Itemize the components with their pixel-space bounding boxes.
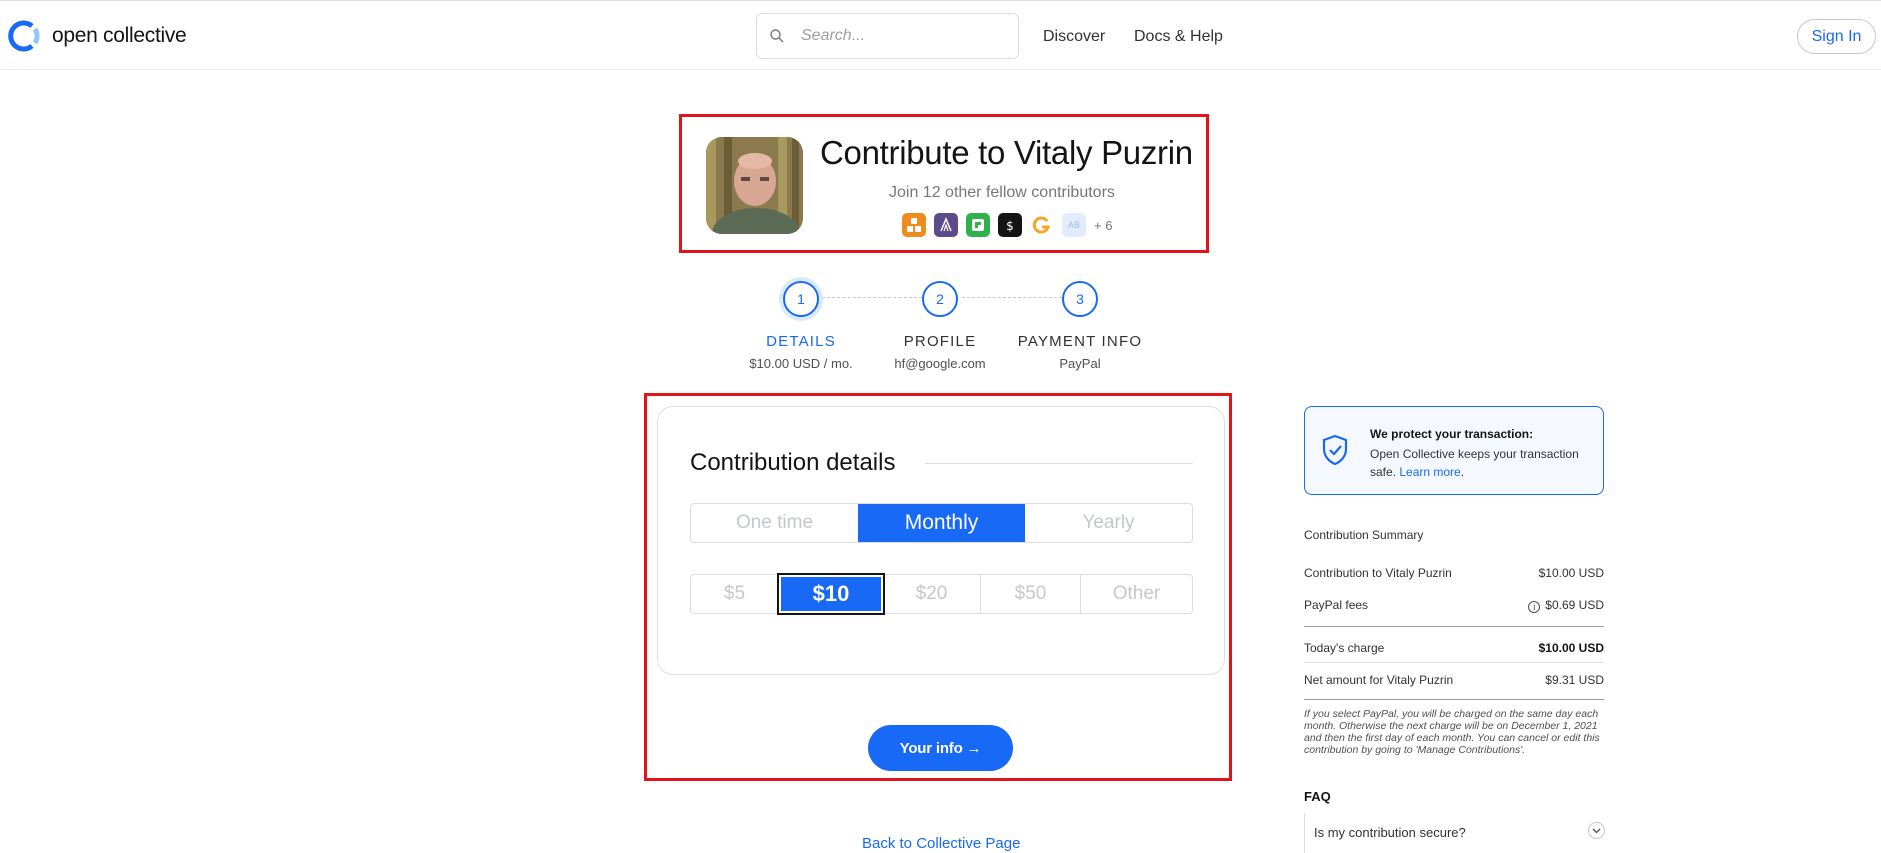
collective-avatar[interactable] (706, 137, 803, 234)
charge-note: If you select PayPal, you will be charge… (1304, 708, 1600, 756)
summary-label: Net amount for Vitaly Puzrin (1304, 673, 1454, 687)
summary-label: PayPal fees (1304, 598, 1369, 612)
protection-notice: We protect your transaction: Open Collec… (1304, 406, 1604, 495)
contributor-avatar-green-icon[interactable] (966, 213, 990, 237)
summary-divider (1304, 626, 1604, 627)
contribution-details-card: Contribution details One time Monthly Ye… (657, 406, 1225, 675)
step-details[interactable]: 1 DETAILS $10.00 USD / mo. (731, 281, 871, 371)
amount-selector: $5 $10 $20 $50 Other (690, 573, 1193, 615)
interval-one-time[interactable]: One time (691, 504, 858, 542)
step-profile[interactable]: 2 PROFILE hf@google.com (870, 281, 1010, 371)
step-payment-info[interactable]: 3 PAYMENT INFO PayPal (1010, 281, 1150, 371)
contribution-summary-title: Contribution Summary (1304, 528, 1424, 542)
amount-5[interactable]: $5 (691, 575, 779, 613)
summary-row-today: Today's charge $10.00 USD (1304, 641, 1604, 655)
step-label: PROFILE (903, 333, 977, 350)
summary-row-fees: PayPal fees i $0.69 USD (1304, 598, 1604, 613)
chevron-down-icon[interactable] (1588, 822, 1605, 839)
step-label: PAYMENT INFO (1017, 333, 1143, 350)
faq-item[interactable]: Is my contribution secure? (1304, 813, 1605, 853)
summary-value: $10.00 USD (1538, 641, 1604, 655)
svg-text:$: $ (1006, 219, 1014, 233)
amount-20[interactable]: $20 (883, 575, 981, 613)
step-value: $10.00 USD / mo. (749, 356, 853, 371)
interval-selector: One time Monthly Yearly (690, 503, 1193, 543)
summary-divider (1304, 662, 1604, 663)
summary-label: Contribution to Vitaly Puzrin (1304, 566, 1452, 580)
contributor-avatars: $ AB + 6 (902, 213, 1112, 237)
summary-label: Today's charge (1304, 641, 1385, 655)
interval-yearly[interactable]: Yearly (1025, 504, 1192, 542)
interval-monthly[interactable]: Monthly (858, 504, 1025, 542)
sign-in-button[interactable]: Sign In (1797, 19, 1876, 54)
summary-value: $9.31 USD (1545, 673, 1604, 687)
open-collective-logo-icon (6, 18, 42, 54)
summary-row-net: Net amount for Vitaly Puzrin $9.31 USD (1304, 673, 1604, 687)
step-number: 3 (1062, 281, 1098, 317)
shield-check-icon (1322, 434, 1348, 466)
summary-divider (1304, 699, 1604, 700)
summary-value: $10.00 USD (1538, 566, 1604, 580)
step-number: 2 (922, 281, 958, 317)
faq-question: Is my contribution secure? (1314, 825, 1466, 840)
page-title: Contribute to Vitaly Puzrin (820, 134, 1193, 171)
card-title: Contribution details (690, 449, 896, 476)
amount-other[interactable]: Other (1081, 575, 1192, 613)
amount-50[interactable]: $50 (981, 575, 1081, 613)
search-box[interactable] (756, 13, 1019, 59)
contributor-avatar-black-icon[interactable]: $ (998, 213, 1022, 237)
back-to-collective-link[interactable]: Back to Collective Page (862, 835, 1020, 852)
summary-row-contribution: Contribution to Vitaly Puzrin $10.00 USD (1304, 566, 1604, 580)
more-contributors-count: + 6 (1094, 217, 1113, 233)
protection-suffix: . (1460, 465, 1465, 479)
protection-text: Open Collective keeps your transaction s… (1370, 445, 1595, 481)
nav-docs-help[interactable]: Docs & Help (1134, 28, 1223, 46)
summary-value-wrap: i $0.69 USD (1528, 598, 1604, 613)
contributor-avatar-orange-icon[interactable] (902, 213, 926, 237)
top-navigation-bar: open collective Discover Docs & Help Sig… (0, 0, 1881, 70)
protection-title: We protect your transaction: (1370, 427, 1534, 441)
search-input[interactable] (801, 27, 991, 45)
faq-title: FAQ (1304, 789, 1331, 804)
summary-value: $0.69 USD (1545, 598, 1604, 612)
step-label: DETAILS (766, 333, 836, 350)
contributor-avatar-purple-icon[interactable] (934, 213, 958, 237)
card-title-divider (925, 463, 1193, 464)
step-value: hf@google.com (894, 356, 986, 371)
step-number: 1 (783, 281, 819, 317)
contributors-subtitle: Join 12 other fellow contributors (889, 184, 1115, 201)
amount-10[interactable]: $10 (777, 573, 885, 615)
contributor-avatar-initials[interactable]: AB (1062, 213, 1086, 237)
info-icon[interactable]: i (1528, 601, 1541, 613)
step-value: PayPal (1059, 356, 1101, 371)
nav-discover[interactable]: Discover (1043, 28, 1105, 46)
logo-text: open collective (52, 24, 187, 47)
open-collective-logo[interactable]: open collective (6, 18, 187, 54)
learn-more-link[interactable]: Learn more (1399, 465, 1460, 479)
search-icon (770, 29, 784, 43)
contributor-avatar-g-icon[interactable] (1030, 213, 1054, 237)
your-info-button[interactable]: Your info → (868, 725, 1013, 771)
